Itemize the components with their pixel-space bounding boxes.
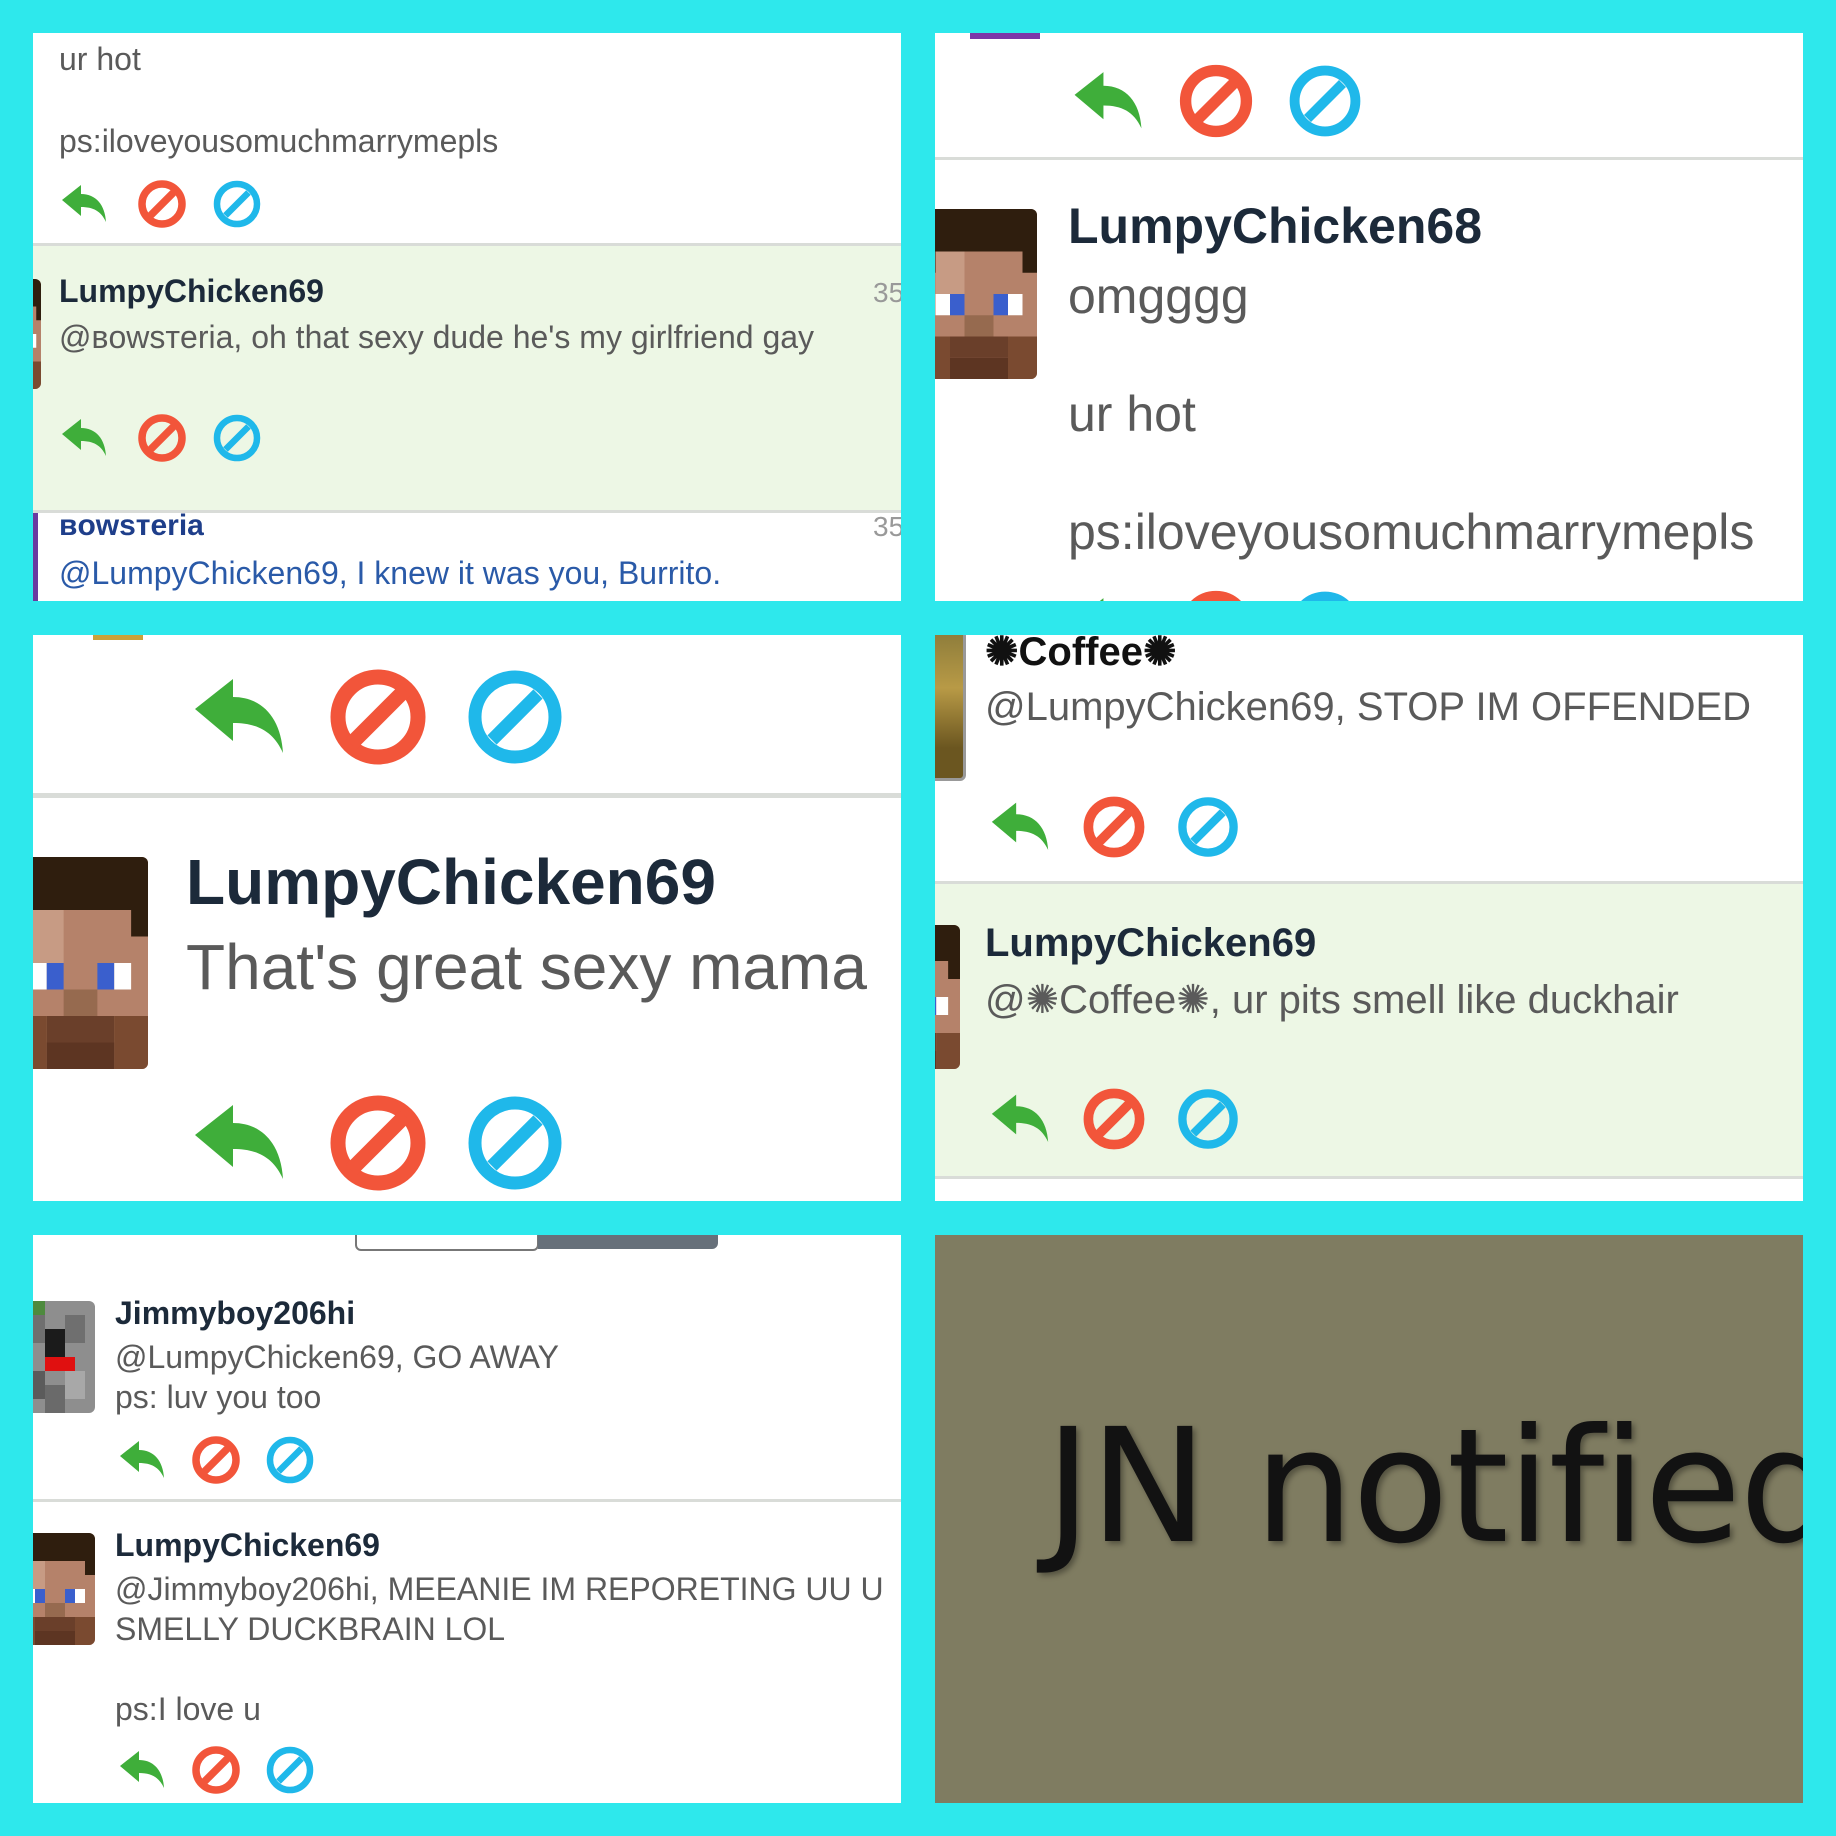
post-text: ps:iloveyousomuchmarrymepls	[1068, 504, 1755, 560]
post-username[interactable]: LumpyChicken69	[985, 921, 1316, 966]
mute-icon[interactable]	[265, 1435, 315, 1485]
post-username[interactable]: LumpyChicken68	[1068, 197, 1482, 255]
panel-middle-left: LumpyChicken69 That's great sexy mama	[33, 635, 901, 1201]
post-text: @Jimmyboy206hi, MEEANIE IM REPORETING UU…	[115, 1571, 884, 1607]
mute-icon[interactable]	[1287, 63, 1363, 139]
post-text: @✺Coffee✺, ur pits smell like duckhair	[985, 978, 1679, 1022]
post-text: ur hot	[1068, 386, 1196, 442]
reply-arrow-icon[interactable]	[1070, 589, 1146, 601]
message-text: ur hot	[59, 41, 141, 77]
avatar	[935, 635, 966, 781]
post-text: ps: luv you too	[115, 1379, 322, 1415]
block-icon[interactable]	[328, 667, 428, 767]
mute-icon[interactable]	[1176, 795, 1240, 859]
post-text: ps:I love u	[115, 1691, 261, 1727]
mute-icon[interactable]	[465, 1093, 565, 1193]
reply-arrow-icon[interactable]	[117, 1435, 167, 1485]
segment-control-left[interactable]	[355, 1235, 539, 1251]
post-text: @LumpyChicken69, STOP IM OFFENDED	[985, 685, 1752, 729]
avatar-edge	[93, 635, 143, 640]
avatar	[33, 1533, 95, 1645]
panel-top-right: LumpyChicken68 omgggg ur hot ps:iloveyou…	[935, 33, 1803, 601]
post-text: @ʙowsтeria, oh that sexy dude he's my gi…	[59, 319, 815, 355]
block-icon[interactable]	[191, 1435, 241, 1485]
caption: JN notified	[1045, 1395, 1803, 1579]
avatar	[33, 1301, 95, 1413]
post-text: omgggg	[1068, 268, 1249, 324]
avatar	[33, 857, 148, 1069]
block-icon[interactable]	[137, 413, 187, 463]
mute-icon[interactable]	[465, 667, 565, 767]
panel-middle-right: ✺Coffee✺ @LumpyChicken69, STOP IM OFFEND…	[935, 635, 1803, 1201]
post-username[interactable]: LumpyChicken69	[186, 845, 716, 919]
mute-icon[interactable]	[1287, 589, 1363, 601]
panel-bottom-left: Jimmyboy206hi @LumpyChicken69, GO AWAY p…	[33, 1235, 901, 1803]
post-text: @LumpyChicken69, GO AWAY	[115, 1339, 559, 1375]
avatar	[33, 279, 41, 389]
block-icon[interactable]	[137, 179, 187, 229]
mute-icon[interactable]	[265, 1745, 315, 1795]
reply-arrow-icon[interactable]	[988, 795, 1052, 859]
reply-arrow-icon[interactable]	[59, 413, 109, 463]
post-username[interactable]: LumpyChicken69	[59, 273, 324, 310]
mute-icon[interactable]	[212, 413, 262, 463]
post-username[interactable]: ✺Coffee✺	[985, 635, 1176, 675]
panel-bottom-right: JN notified	[935, 1235, 1803, 1803]
reply-arrow-icon[interactable]	[189, 1093, 289, 1193]
post-time: 35	[873, 511, 901, 542]
avatar-edge	[970, 33, 1040, 39]
segment-control-right[interactable]	[538, 1235, 718, 1249]
block-icon[interactable]	[1082, 1087, 1146, 1151]
block-icon[interactable]	[1178, 63, 1254, 139]
message-text: ps:iloveyousomuchmarrymepls	[59, 123, 499, 159]
block-icon[interactable]	[328, 1093, 428, 1193]
block-icon[interactable]	[1082, 795, 1146, 859]
avatar	[935, 925, 960, 1069]
post-time: 35	[873, 277, 901, 308]
avatar-edge	[33, 513, 38, 601]
reply-arrow-icon[interactable]	[988, 1087, 1052, 1151]
post-text: That's great sexy mama	[186, 931, 867, 1003]
avatar	[935, 209, 1037, 379]
mute-icon[interactable]	[212, 179, 262, 229]
post-text: @LumpyChicken69, I knew it was you, Burr…	[59, 555, 722, 591]
reply-arrow-icon[interactable]	[1070, 63, 1146, 139]
reply-arrow-icon[interactable]	[117, 1745, 167, 1795]
post-username[interactable]: ʙowsтeria	[59, 509, 204, 543]
reply-arrow-icon[interactable]	[59, 179, 109, 229]
post-username[interactable]: LumpyChicken69	[115, 1527, 380, 1564]
post-text: SMELLY DUCKBRAIN LOL	[115, 1611, 506, 1647]
panel-top-left: ur hot ps:iloveyousomuchmarrymepls Lumpy…	[33, 33, 901, 601]
reply-arrow-icon[interactable]	[189, 667, 289, 767]
mute-icon[interactable]	[1176, 1087, 1240, 1151]
post-username[interactable]: Jimmyboy206hi	[115, 1295, 355, 1332]
block-icon[interactable]	[1178, 589, 1254, 601]
block-icon[interactable]	[191, 1745, 241, 1795]
